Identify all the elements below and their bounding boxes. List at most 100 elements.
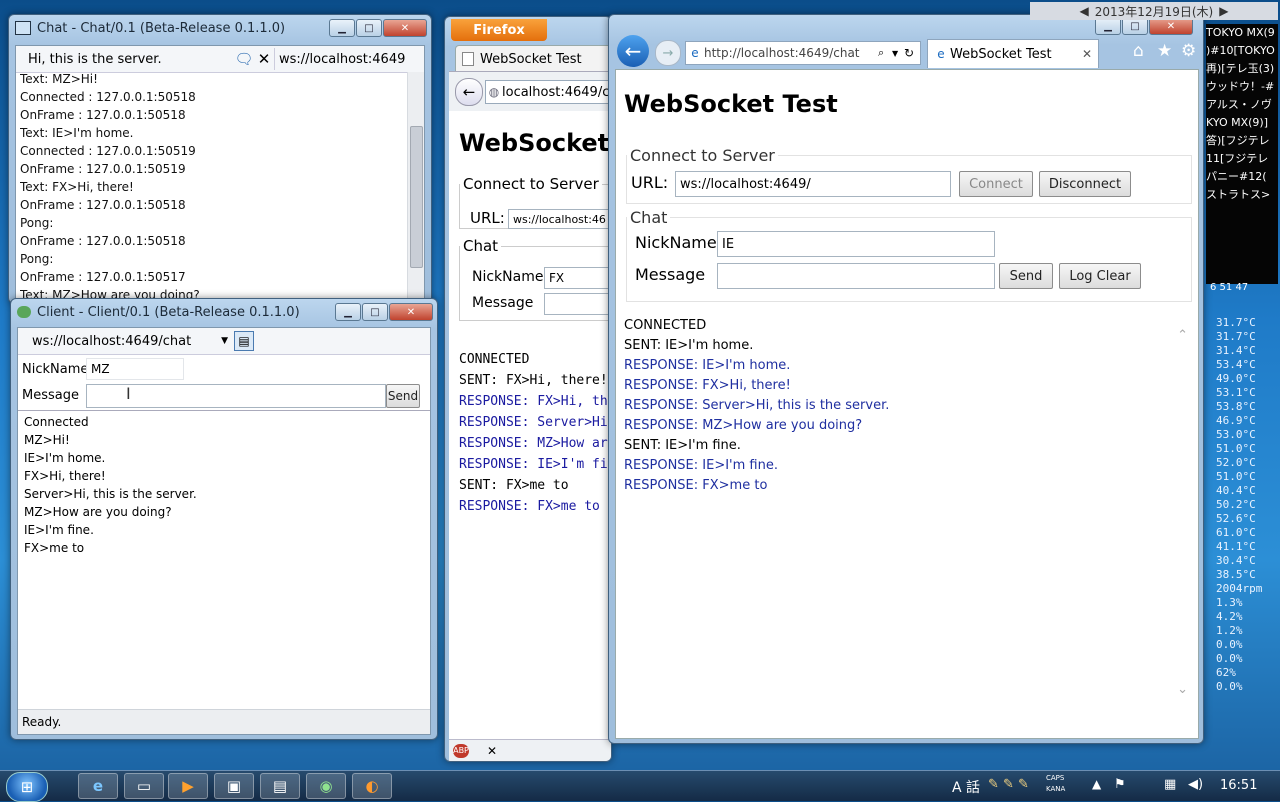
media-player-taskbar-icon[interactable]: ▶ [168,773,208,799]
maximize-button[interactable]: □ [362,303,388,321]
monitor-reading: 0.0% [1216,638,1243,651]
server-url-input[interactable] [274,48,412,70]
window-taskbar-icon[interactable]: ▣ [214,773,254,799]
close-button[interactable]: ✕ [383,19,427,37]
chevron-down-icon[interactable]: ⌄ [1177,682,1188,697]
monitor-reading: 53.8°C [1216,400,1256,413]
log-line: RESPONSE: MZ>How ar [459,436,608,451]
minimize-button[interactable]: ▁ [329,19,355,37]
chat-server-taskbar-icon[interactable]: ▤ [260,773,300,799]
chat-client-taskbar-icon[interactable]: ◉ [306,773,346,799]
minimize-button[interactable]: ▁ [335,303,361,321]
firefox-taskbar-icon[interactable]: ◐ [352,773,392,799]
chevron-left-icon[interactable]: ◀ [1080,4,1089,18]
volume-icon[interactable]: ◀) [1188,777,1203,792]
search-icon[interactable]: ⌕ [878,46,892,60]
start-button[interactable]: ⊞ [6,772,48,802]
chat-server-titlebar[interactable]: Chat - Chat/0.1 (Beta-Release 0.1.1.0) ▁… [9,15,431,41]
connect-icon[interactable]: ▤ [234,331,254,351]
clock[interactable]: 16:51 [1220,778,1257,793]
url-input[interactable] [675,171,951,197]
network-icon[interactable]: ▦ [1164,777,1176,792]
show-hidden-icons[interactable]: ▲ [1092,777,1101,791]
forward-icon[interactable]: → [655,40,681,66]
log-line: CONNECTED [459,352,530,367]
log-line: Connected : 127.0.0.1:50518 [20,90,196,104]
nickname-input[interactable] [717,231,995,257]
log-line: RESPONSE: Server>Hi, this is the server. [624,398,890,413]
close-icon[interactable]: ✕ [487,744,497,758]
log-line: OnFrame : 127.0.0.1:50518 [20,198,186,212]
status-text: Ready. [22,715,62,729]
monitor-reading: 51.0°C [1216,442,1256,455]
server-message-input[interactable] [24,48,234,70]
close-button[interactable]: ✕ [389,303,433,321]
chat-server-window: Chat - Chat/0.1 (Beta-Release 0.1.1.0) ▁… [8,14,432,304]
log-line: FX>Hi, there! [24,469,106,483]
scrollbar-thumb[interactable] [410,126,423,268]
tv-guide-item: アルス・ノヴ [1206,98,1272,111]
log-line: RESPONSE: IE>I'm fine. [624,458,778,473]
nickname-input[interactable] [544,267,611,289]
monitor-reading: 0.0% [1216,680,1243,693]
tv-guide-item: ストラトス> [1206,188,1271,201]
date-text: 2013年12月19日(木) [1094,4,1214,19]
log-line: OnFrame : 127.0.0.1:50518 [20,108,186,122]
folder-taskbar-icon[interactable]: ▭ [124,773,164,799]
caps-indicator: CAPS [1046,774,1065,782]
back-icon[interactable]: ← [617,35,649,67]
client-titlebar[interactable]: Client - Client/0.1 (Beta-Release 0.1.1.… [11,299,437,325]
flag-icon[interactable]: ⚑ [1114,777,1126,792]
send-icon[interactable]: 🗨 [234,50,254,68]
text-cursor-icon: I [126,384,131,403]
log-line: RESPONSE: FX>Hi, the [459,394,612,409]
chevron-down-icon[interactable]: ▼ [892,49,904,58]
firefox-menu-button[interactable]: Firefox [451,19,547,41]
system-monitor-readings: 31.7°C 31.7°C 31.4°C 53.4°C 49.0°C 53.1°C 53.8… [1216,316,1262,694]
message-input[interactable] [86,384,386,408]
message-input[interactable] [544,293,611,315]
url-input[interactable] [508,209,611,229]
address-bar[interactable]: ◍ localhost:4649/c [485,80,611,104]
tray-icons[interactable]: ✎ ✎ ✎ [988,777,1029,792]
back-icon[interactable]: ← [455,78,483,106]
url-combo[interactable]: ws://localhost:4649/chat ▼ [32,331,228,351]
refresh-icon[interactable]: ↻ [904,46,920,60]
connect-button[interactable]: Connect [959,171,1033,197]
close-icon[interactable]: ✕ [254,50,274,68]
monitor-reading: 41.1°C [1216,540,1256,553]
maximize-button[interactable]: □ [356,19,382,37]
log-line: RESPONSE: MZ>How are you doing? [624,418,863,433]
message-input[interactable] [717,263,995,289]
firefox-page: WebSocket Tes Connect to Server URL: Cha… [449,111,612,739]
monitor-reading: 61.0°C [1216,526,1256,539]
log-line: Connected : 127.0.0.1:50519 [20,144,196,158]
monitor-reading: 31.7°C [1216,330,1256,343]
ime-indicator[interactable]: A 話 [952,777,980,797]
tv-guide-item: パニー#12( [1206,170,1267,183]
chevron-right-icon[interactable]: ▶ [1219,4,1228,18]
kana-indicator: KANA [1046,785,1066,793]
tv-guide-item: 答)[フジテレ [1206,134,1270,147]
log-line: IE>I'm home. [24,451,106,465]
log-line: Text: IE>I'm home. [20,126,134,140]
nickname-input[interactable] [86,358,184,380]
log-line: Pong: [20,252,54,266]
chevron-up-icon[interactable]: ⌃ [1177,328,1188,343]
adblock-icon[interactable]: ABP [453,744,469,758]
monitor-reading: 1.2% [1216,624,1243,637]
log-line: OnFrame : 127.0.0.1:50519 [20,162,186,176]
firefox-tab[interactable]: WebSocket Test [455,45,611,72]
tv-guide-item: ウッドウ！-# [1206,80,1275,93]
log-line: SENT: FX>Hi, there! [459,373,608,388]
ie-taskbar-icon[interactable]: e [78,773,118,799]
status-bar: Ready. [18,709,430,734]
log-line: RESPONSE: FX>me to [459,499,600,514]
nickname-label: NickName [635,233,717,252]
scrollbar[interactable] [407,72,424,300]
monitor-reading: 46.9°C [1216,414,1256,427]
send-button[interactable]: Send [386,384,420,408]
address-bar[interactable]: e http://localhost:4649/chat ⌕ ▼ ↻ [685,41,921,65]
app-icon [15,21,31,35]
log-line: SENT: IE>I'm fine. [624,438,741,453]
